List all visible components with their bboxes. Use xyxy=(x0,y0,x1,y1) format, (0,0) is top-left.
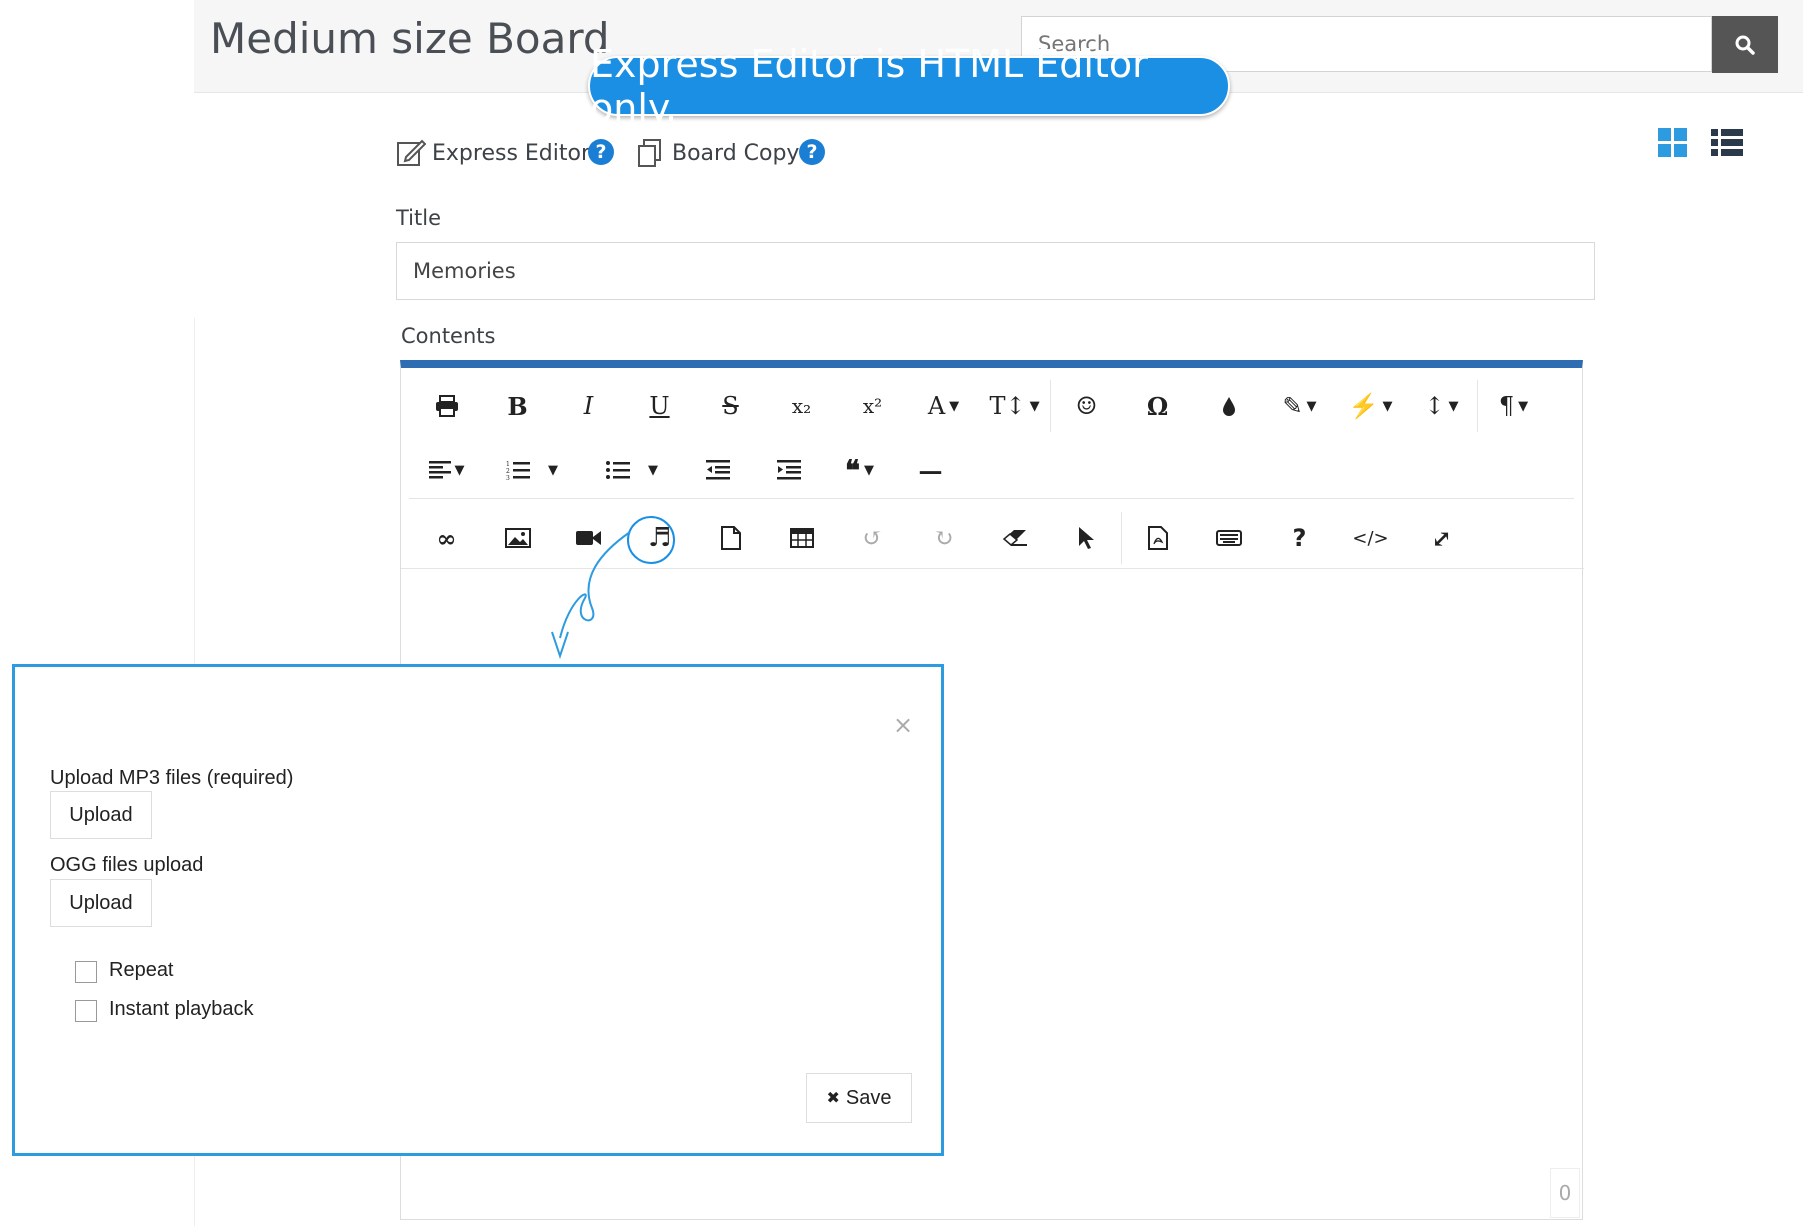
ordered-list-icon[interactable]: 123 ▼ xyxy=(482,444,582,496)
eraser-icon[interactable] xyxy=(979,512,1050,564)
chevron-down-icon: ▼ xyxy=(1029,398,1040,414)
chevron-down-icon: ▼ xyxy=(454,462,465,478)
svg-text:1: 1 xyxy=(506,461,510,468)
toolbar-row-2: ▼ 123 ▼ ▼ ❝ ▼ — xyxy=(411,444,966,496)
pilcrow-glyph: ¶ xyxy=(1498,392,1515,420)
paragraph-icon[interactable]: ¶ ▼ xyxy=(1478,380,1549,432)
chevron-down-icon: ▼ xyxy=(1382,398,1393,414)
express-editor-link[interactable]: Express Editor xyxy=(396,138,590,168)
wand-glyph: ⚡ xyxy=(1348,392,1379,420)
close-x-icon: ✖ xyxy=(826,1090,840,1107)
board-copy-help-icon[interactable]: ? xyxy=(799,139,825,165)
mp3-upload-label: Upload MP3 files (required) xyxy=(50,767,294,789)
chevron-down-icon: ▼ xyxy=(864,462,875,478)
board-title: Medium size Board xyxy=(210,14,610,63)
svg-text:3: 3 xyxy=(506,475,510,480)
pdf-icon[interactable] xyxy=(1122,512,1193,564)
link-icon[interactable]: ∞ xyxy=(411,512,482,564)
express-editor-label: Express Editor xyxy=(432,140,591,166)
font-size-icon[interactable]: T↕ ▼ xyxy=(979,380,1050,432)
search-icon xyxy=(1735,35,1755,55)
line-height-glyph: ↕ xyxy=(1424,392,1445,420)
fullscreen-icon[interactable]: ⤢ xyxy=(1406,512,1477,564)
undo-icon[interactable]: ↺ xyxy=(837,512,908,564)
help-icon[interactable]: ? xyxy=(1264,512,1335,564)
mp3-upload-button[interactable]: Upload xyxy=(50,791,152,839)
toolbar-divider xyxy=(409,498,1574,499)
title-input[interactable]: Memories xyxy=(396,242,1595,300)
grid-view-icon[interactable] xyxy=(1658,128,1688,158)
title-value: Memories xyxy=(413,259,516,283)
quote-icon[interactable]: ❝ ▼ xyxy=(824,444,895,496)
ogg-upload-label: OGG files upload xyxy=(50,854,204,876)
paint-brush-icon[interactable]: ✎ ▼ xyxy=(1264,380,1335,432)
table-icon[interactable] xyxy=(766,512,837,564)
save-button[interactable]: ✖ Save xyxy=(806,1073,912,1123)
special-char-icon[interactable]: Ω xyxy=(1122,380,1193,432)
express-editor-help-icon[interactable]: ? xyxy=(588,139,614,165)
align-icon[interactable]: ▼ xyxy=(411,444,482,496)
close-icon[interactable]: × xyxy=(893,711,913,739)
highlight-icon[interactable] xyxy=(1193,380,1264,432)
bold-icon[interactable]: B xyxy=(482,380,553,432)
instant-playback-label: Instant playback xyxy=(109,998,254,1020)
brush-glyph: ✎ xyxy=(1282,392,1303,420)
search-button[interactable] xyxy=(1712,16,1778,73)
print-icon[interactable] xyxy=(411,380,482,432)
copy-icon xyxy=(638,139,661,167)
subscript-icon[interactable]: x₂ xyxy=(766,380,837,432)
keyboard-icon[interactable] xyxy=(1193,512,1264,564)
save-label: Save xyxy=(845,1086,892,1109)
outdent-icon[interactable] xyxy=(682,444,753,496)
horizontal-rule-icon[interactable]: — xyxy=(895,444,966,496)
redo-icon[interactable]: ↻ xyxy=(908,512,979,564)
italic-icon[interactable]: I xyxy=(553,380,624,432)
quote-glyph: ❝ xyxy=(844,453,861,487)
board-copy-label: Board Copy xyxy=(672,140,800,166)
svg-text:2: 2 xyxy=(506,468,510,475)
chevron-down-icon: ▼ xyxy=(548,462,558,478)
list-view-icon[interactable] xyxy=(1711,128,1743,158)
select-icon[interactable] xyxy=(1050,512,1121,564)
code-view-icon[interactable]: </> xyxy=(1335,512,1406,564)
title-label: Title xyxy=(396,206,442,230)
contents-label: Contents xyxy=(401,324,496,348)
strikethrough-icon[interactable]: S xyxy=(695,380,766,432)
indent-icon[interactable] xyxy=(753,444,824,496)
font-color-glyph: A xyxy=(927,392,946,420)
chevron-down-icon: ▼ xyxy=(1306,398,1317,414)
file-icon[interactable] xyxy=(695,512,766,564)
audio-upload-modal: × Upload MP3 files (required) Upload OGG… xyxy=(12,664,944,1156)
chevron-down-icon: ▼ xyxy=(648,462,658,478)
magic-wand-icon[interactable]: ⚡ ▼ xyxy=(1335,380,1406,432)
callout-banner: Express Editor is HTML Editor only. xyxy=(588,42,1230,130)
toolbar-row-1: B I U S x₂ x² A ▼ T↕ ▼ ☺ Ω ✎ ▼ ⚡ ▼ ↕ ▼ ¶ ▼ xyxy=(411,380,1549,432)
emoji-icon[interactable]: ☺ xyxy=(1051,380,1122,432)
superscript-icon[interactable]: x² xyxy=(837,380,908,432)
repeat-checkbox[interactable] xyxy=(75,961,97,983)
chevron-down-icon: ▼ xyxy=(1448,398,1459,414)
repeat-label: Repeat xyxy=(109,959,174,981)
char-counter: 0 xyxy=(1550,1168,1580,1218)
chevron-down-icon: ▼ xyxy=(949,398,960,414)
ogg-upload-button[interactable]: Upload xyxy=(50,879,152,927)
unordered-list-icon[interactable]: ▼ xyxy=(582,444,682,496)
annotation-arrow-icon xyxy=(551,531,631,660)
edit-icon xyxy=(397,139,426,166)
board-copy-link[interactable]: Board Copy xyxy=(636,138,799,168)
instant-playback-checkbox[interactable] xyxy=(75,1000,97,1022)
font-size-glyph: T↕ xyxy=(989,392,1026,420)
line-height-icon[interactable]: ↕ ▼ xyxy=(1406,380,1477,432)
chevron-down-icon: ▼ xyxy=(1518,398,1529,414)
font-color-icon[interactable]: A ▼ xyxy=(908,380,979,432)
underline-icon[interactable]: U xyxy=(624,380,695,432)
